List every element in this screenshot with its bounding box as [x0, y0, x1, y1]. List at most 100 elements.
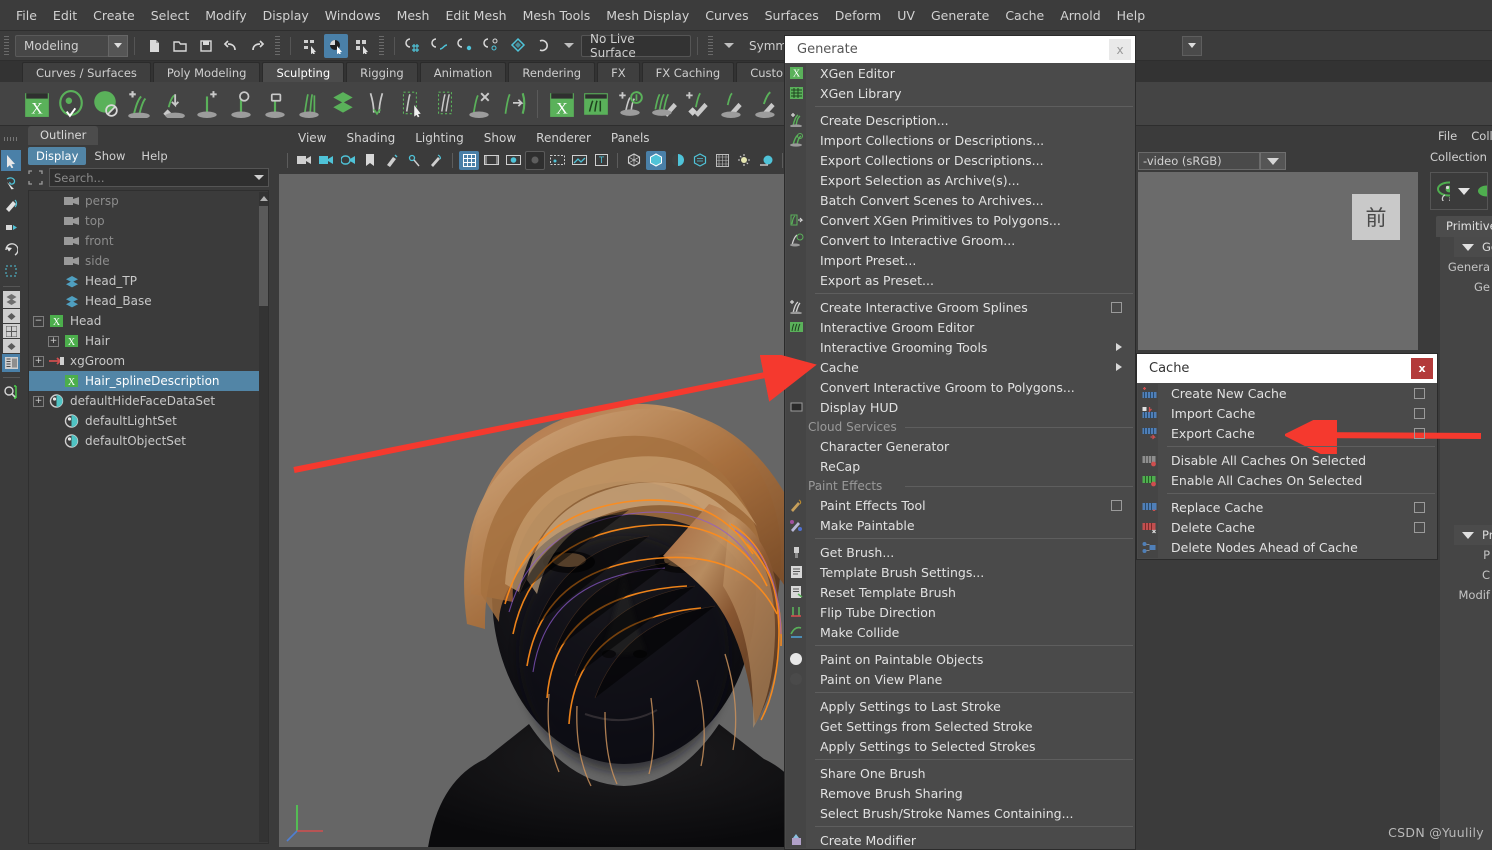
xgen-menu-collection[interactable]: Colle: [1471, 129, 1492, 143]
resolution-gate-icon[interactable]: [503, 151, 523, 170]
toolbar-drag-handle-2[interactable]: [275, 35, 280, 56]
rotate-tool[interactable]: [1, 238, 21, 259]
selection-frame-icon[interactable]: [28, 169, 46, 186]
generate-menu-item-interactive-grooming-tools[interactable]: Interactive Grooming Tools: [785, 337, 1135, 357]
shelf-tab-sculpting[interactable]: Sculpting: [262, 62, 345, 82]
camera-lock-icon[interactable]: [316, 151, 336, 170]
generate-menu-item-get-brush[interactable]: Get Brush...: [785, 542, 1135, 562]
menu-item-checkbox[interactable]: [1414, 408, 1425, 419]
menu-item-checkbox[interactable]: [1111, 500, 1122, 511]
generate-menu-item-export-collections-or-descriptions[interactable]: Export Collections or Descriptions...: [785, 150, 1135, 170]
chevron-down-icon[interactable]: [1458, 187, 1470, 195]
generate-menu-item-convert-interactive-groom-to-polygons[interactable]: Convert Interactive Groom to Polygons...: [785, 377, 1135, 397]
shelf-tab-rendering[interactable]: Rendering: [508, 62, 596, 82]
film-gate-icon[interactable]: [481, 151, 501, 170]
generate-menu-item-xgen-editor[interactable]: X XGen Editor: [785, 63, 1135, 83]
snap-point-icon[interactable]: [454, 34, 478, 58]
menu-curves[interactable]: Curves: [697, 4, 756, 27]
save-scene-icon[interactable]: [194, 34, 218, 58]
eye-preview-icon[interactable]: [1437, 181, 1450, 201]
snap-grid-icon[interactable]: [402, 34, 426, 58]
generate-menu-item-batch-convert-scenes-to-archives[interactable]: Batch Convert Scenes to Archives...: [785, 190, 1135, 210]
shelf-tab-poly-modeling[interactable]: Poly Modeling: [152, 62, 261, 82]
outliner-item-persp[interactable]: persp: [29, 191, 268, 211]
menu-item-checkbox[interactable]: [1111, 302, 1122, 313]
groom-add-icon[interactable]: [579, 86, 612, 122]
smooth-shade-icon[interactable]: [646, 150, 666, 170]
outliner-item-defaultobjectset[interactable]: defaultObjectSet: [29, 431, 268, 451]
viewport-menu-panels[interactable]: Panels: [601, 128, 660, 148]
cache-menu-item-export-cache[interactable]: Export Cache: [1137, 423, 1437, 443]
viewport-menu-shading[interactable]: Shading: [336, 128, 405, 148]
generate-menu-item-import-preset[interactable]: Import Preset...: [785, 250, 1135, 270]
xray-joints-icon[interactable]: [404, 151, 424, 170]
groom-brush-icon[interactable]: [613, 86, 646, 122]
menu-generate[interactable]: Generate: [923, 4, 997, 27]
menu-display[interactable]: Display: [255, 4, 317, 27]
select-hierarchy-icon[interactable]: [298, 34, 322, 58]
toolbar-drag-handle-3[interactable]: [379, 35, 384, 56]
generate-menu-item-apply-settings-to-last-stroke[interactable]: Apply Settings to Last Stroke: [785, 696, 1135, 716]
symmetry-dropdown-icon[interactable]: [724, 43, 734, 48]
generate-menu-item-create-description[interactable]: Create Description...: [785, 110, 1135, 130]
shelf-tab-fx[interactable]: FX: [597, 62, 640, 82]
outliner-scrollbar[interactable]: [259, 192, 268, 842]
menu-item-checkbox[interactable]: [1414, 502, 1425, 513]
outliner-item-head-tp[interactable]: Head_TP: [29, 271, 268, 291]
menu-uv[interactable]: UV: [889, 4, 923, 27]
use-default-light-icon[interactable]: [734, 151, 754, 170]
field-chart-icon[interactable]: [547, 151, 567, 170]
menu-edit-mesh[interactable]: Edit Mesh: [437, 4, 514, 27]
outliner-scroll-thumb[interactable]: [259, 206, 268, 306]
xgen-group-primitive[interactable]: Primiti: [1454, 525, 1492, 545]
scale-tool[interactable]: [1, 260, 21, 281]
two-pane-layout[interactable]: [2, 339, 20, 353]
chevron-down-icon[interactable]: [254, 175, 264, 180]
menu-item-checkbox[interactable]: [1414, 428, 1425, 439]
generate-menu-item-create-modifier[interactable]: Create Modifier: [785, 830, 1135, 850]
shelf-tab-fx-caching[interactable]: FX Caching: [641, 62, 735, 82]
camera-icon[interactable]: [294, 151, 314, 170]
generate-menu-item-paint-on-view-plane[interactable]: Paint on View Plane: [785, 669, 1135, 689]
zoom-tool[interactable]: [1, 382, 21, 403]
xgen-add-guide-icon[interactable]: [190, 86, 223, 122]
xgen-import-icon[interactable]: [156, 86, 189, 122]
menu-surfaces[interactable]: Surfaces: [757, 4, 827, 27]
menu-modify[interactable]: Modify: [197, 4, 254, 27]
hardware-texture-icon[interactable]: [712, 151, 732, 170]
xgen-cut-icon[interactable]: [360, 86, 393, 122]
cache-menu-item-import-cache[interactable]: Import Cache: [1137, 403, 1437, 423]
generate-menu-item-reset-template-brush[interactable]: Reset Template Brush: [785, 582, 1135, 602]
outliner-item-hair-splinedescription[interactable]: X Hair_splineDescription: [29, 371, 268, 391]
xgen-sphere-icon[interactable]: [88, 86, 121, 122]
menu-create[interactable]: Create: [85, 4, 143, 27]
outliner-tree[interactable]: persp top front side Head_TP Head_Base − X Head +…: [28, 190, 269, 844]
outliner-item-head[interactable]: − X Head: [29, 311, 268, 331]
safe-action-icon[interactable]: [569, 151, 589, 170]
four-view-layout[interactable]: [2, 324, 20, 338]
generate-menu-item-make-paintable[interactable]: Make Paintable: [785, 515, 1135, 535]
select-object-icon[interactable]: [324, 33, 348, 58]
cache-menu-item-create-new-cache[interactable]: Create New Cache: [1137, 383, 1437, 403]
viewport-menu-lighting[interactable]: Lighting: [405, 128, 474, 148]
menu-edit[interactable]: Edit: [45, 4, 85, 27]
menu-file[interactable]: File: [8, 4, 45, 27]
groom-editor-icon[interactable]: X: [545, 86, 578, 122]
textured-icon[interactable]: [690, 151, 710, 170]
menu-select[interactable]: Select: [143, 4, 198, 27]
move-tool[interactable]: [1, 216, 21, 237]
groom-tool-icon[interactable]: [749, 86, 782, 122]
statusbar-overflow-dropdown[interactable]: [1182, 35, 1202, 56]
bookmark-icon[interactable]: [360, 151, 380, 170]
toolbar-drag-handle-4[interactable]: [708, 35, 713, 56]
outliner-item-front[interactable]: front: [29, 231, 268, 251]
outliner-item-defaulthidefacedataset[interactable]: + defaultHideFaceDataSet: [29, 391, 268, 411]
generate-menu-item-export-as-preset[interactable]: Export as Preset...: [785, 270, 1135, 290]
xgen-region-icon[interactable]: [428, 86, 461, 122]
xgen-clump-icon[interactable]: [292, 86, 325, 122]
view-cube-face-front[interactable]: 前: [1352, 194, 1400, 240]
poly-shape-icon[interactable]: [2, 291, 20, 308]
generate-menu-item-paint-effects-tool[interactable]: Paint Effects Tool: [785, 495, 1135, 515]
xgen-export-icon[interactable]: [496, 86, 529, 122]
groom-scale-icon[interactable]: [715, 86, 748, 122]
